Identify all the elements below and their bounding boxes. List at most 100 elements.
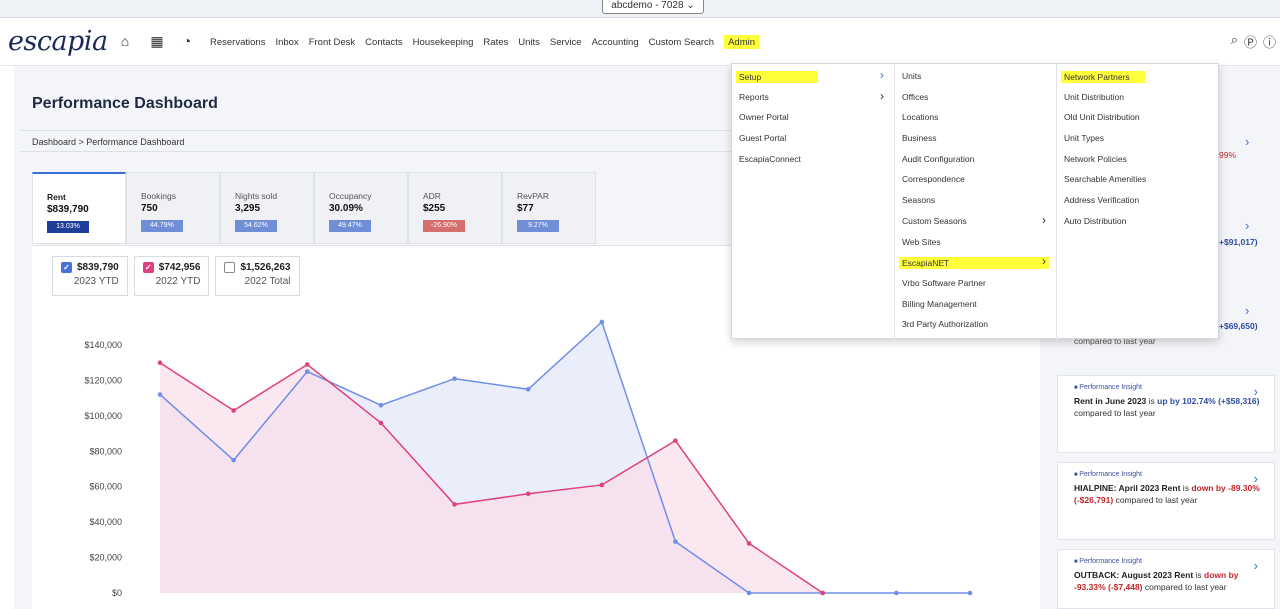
insight-card[interactable]: Performance Insight Rent in June 2023 is… [1057, 375, 1275, 453]
nav-units[interactable]: Units [518, 37, 540, 49]
data-point[interactable] [378, 420, 384, 426]
insight-fragment: +$69,650) [1219, 321, 1258, 331]
tab-nights-sold[interactable]: Nights sold 3,295 54.62% [220, 172, 314, 244]
data-point[interactable] [157, 392, 163, 397]
nav-service[interactable]: Service [550, 37, 582, 49]
chevron-right-icon[interactable]: › [1254, 558, 1258, 573]
menu-item-reports[interactable]: Reports › [732, 87, 894, 108]
tab-occupancy[interactable]: Occupancy 30.09% 49.47% [314, 172, 408, 244]
menu-item-address-verification[interactable]: Address Verification [1057, 190, 1220, 211]
nav-front-desk[interactable]: Front Desk [309, 37, 355, 49]
data-point[interactable] [452, 502, 457, 507]
y-tick-label: $0 [112, 588, 122, 598]
checkbox-unchecked-icon[interactable] [224, 262, 236, 273]
data-point[interactable] [452, 376, 457, 381]
help-chat-icon[interactable]: Ⓟ [1244, 32, 1257, 51]
data-point[interactable] [673, 438, 678, 443]
chevron-right-icon[interactable]: › [1245, 303, 1249, 318]
menu-item-web-sites[interactable]: Web Sites [895, 232, 1056, 253]
menu-item-auto-distribution[interactable]: Auto Distribution [1057, 211, 1220, 232]
checkbox-checked-icon[interactable]: ✓ [61, 262, 72, 273]
dashboard-gauge-icon[interactable]: ◔ [178, 32, 196, 50]
menu-item-offices[interactable]: Offices [895, 87, 1056, 108]
nav-custom-search[interactable]: Custom Search [649, 37, 714, 49]
search-icon[interactable]: ⌕ [1231, 32, 1238, 51]
data-point[interactable] [231, 408, 236, 413]
metric-change-badge: 49.47% [329, 220, 371, 232]
menu-item-network-policies[interactable]: Network Policies [1057, 149, 1220, 170]
menu-item-billing-management[interactable]: Billing Management [895, 294, 1056, 315]
legend-label: 2022 Total [244, 276, 291, 287]
menu-item-unit-types[interactable]: Unit Types [1057, 128, 1220, 149]
menu-item-units[interactable]: Units [895, 66, 1056, 87]
menu-item-escapiaconnect[interactable]: EscapiaConnect [732, 149, 894, 170]
legend-label: 2022 YTD [155, 276, 201, 287]
menu-item-network-partners[interactable]: Network Partners [1057, 66, 1220, 87]
nav-inbox[interactable]: Inbox [275, 37, 298, 49]
legend-2023-ytd[interactable]: ✓ $839,790 2023 YTD [52, 256, 128, 296]
menu-item-owner-portal[interactable]: Owner Portal [732, 107, 894, 128]
breadcrumb[interactable]: Dashboard > Performance Dashboard [32, 137, 184, 147]
legend-2022-ytd[interactable]: ✓ $742,956 2022 YTD [133, 256, 210, 296]
data-point[interactable] [304, 362, 310, 367]
data-point[interactable] [525, 491, 531, 497]
menu-item-searchable-amenities[interactable]: Searchable Amenities [1057, 169, 1220, 190]
menu-item-vrbo-software-partner[interactable]: Vrbo Software Partner [895, 273, 1056, 294]
chevron-right-icon[interactable]: › [1245, 134, 1249, 149]
menu-item-locations[interactable]: Locations [895, 107, 1056, 128]
metric-change-badge: -26.90% [423, 220, 465, 232]
nav-housekeeping[interactable]: Housekeeping [413, 37, 474, 49]
escapia-logo[interactable]: escapia [8, 26, 108, 57]
chevron-right-icon[interactable]: › [1254, 471, 1258, 486]
tab-revpar[interactable]: RevPAR $77 9.27% [502, 172, 596, 244]
chevron-right-icon[interactable]: › [1245, 218, 1249, 233]
menu-item-guest-portal[interactable]: Guest Portal [732, 128, 894, 149]
nav-admin[interactable]: Admin [724, 35, 760, 49]
menu-item-escapianet[interactable]: EscapiaNET › [895, 252, 1056, 273]
menu-item-old-unit-distribution[interactable]: Old Unit Distribution [1057, 107, 1220, 128]
data-point[interactable] [673, 539, 678, 544]
data-point[interactable] [304, 369, 310, 374]
metric-change-badge: 13.03% [47, 221, 89, 233]
tab-adr[interactable]: ADR $255 -26.90% [408, 172, 502, 244]
data-point[interactable] [378, 402, 384, 408]
insight-body: OUTBACK: August 2023 Rent is down by -93.… [1074, 570, 1239, 593]
legend-2022-total[interactable]: $1,526,263 2022 Total [215, 256, 300, 296]
menu-item-unit-distribution[interactable]: Unit Distribution [1057, 87, 1220, 108]
menu-item-correspondence[interactable]: Correspondence [895, 169, 1056, 190]
nav-accounting[interactable]: Accounting [592, 37, 639, 49]
menu-item-business[interactable]: Business [895, 128, 1056, 149]
calendar-icon[interactable]: ▦ [148, 32, 166, 50]
menu-item-seasons[interactable]: Seasons [895, 190, 1056, 211]
tab-bookings[interactable]: Bookings 750 44.79% [126, 172, 220, 244]
nav-reservations[interactable]: Reservations [210, 37, 265, 49]
data-point[interactable] [967, 590, 973, 596]
chevron-right-icon: › [880, 88, 884, 103]
data-point[interactable] [820, 590, 826, 596]
help-icon[interactable]: ⓘ [1263, 32, 1276, 51]
data-point[interactable] [525, 386, 531, 392]
data-point[interactable] [599, 482, 605, 488]
insight-fragment: 99% [1219, 150, 1237, 160]
nav-rates[interactable]: Rates [483, 37, 508, 49]
insight-card[interactable]: Performance Insight HIALPINE: April 2023… [1057, 462, 1275, 540]
legend-value: $742,956 [158, 262, 201, 273]
home-icon[interactable]: ⌂ [116, 32, 134, 50]
insight-kicker: Performance Insight [1074, 384, 1266, 391]
chevron-right-icon[interactable]: › [1254, 384, 1258, 399]
data-point[interactable] [894, 590, 899, 596]
menu-item-custom-seasons[interactable]: Custom Seasons › [895, 211, 1056, 232]
tab-rent[interactable]: Rent $839,790 13.03% [32, 172, 126, 244]
checkbox-checked-icon[interactable]: ✓ [142, 262, 154, 273]
data-point[interactable] [231, 457, 236, 463]
data-point[interactable] [157, 360, 163, 366]
menu-item-audit-configuration[interactable]: Audit Configuration [895, 149, 1056, 170]
data-point[interactable] [599, 319, 605, 325]
environment-select[interactable]: abcdemo - 7028 ⌄ [602, 0, 704, 14]
nav-contacts[interactable]: Contacts [365, 37, 403, 49]
insight-card[interactable]: Performance Insight OUTBACK: August 2023… [1057, 549, 1275, 609]
menu-item-setup[interactable]: Setup › [732, 66, 894, 87]
menu-item-3rd-party-authorization[interactable]: 3rd Party Authorization [895, 314, 1056, 335]
data-point[interactable] [746, 590, 752, 596]
data-point[interactable] [746, 541, 752, 546]
